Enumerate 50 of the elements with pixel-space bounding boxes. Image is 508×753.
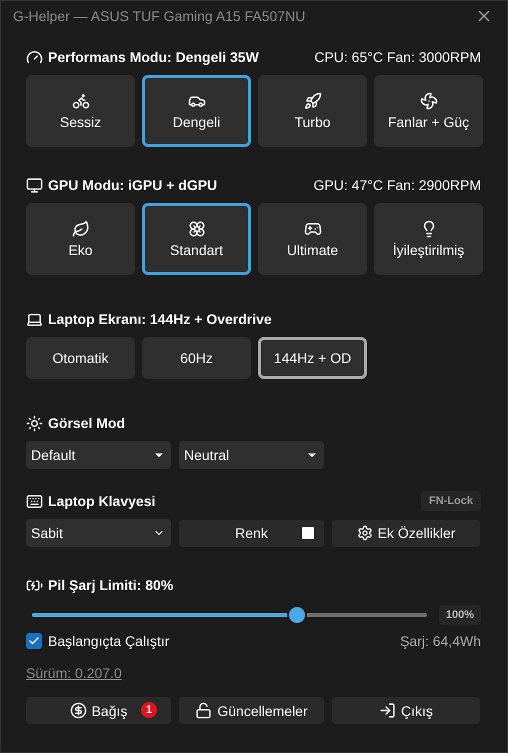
refresh-rate-button[interactable]: 144Hz + OD [258,337,367,379]
exit-icon [379,702,396,719]
dollar-icon [70,702,87,719]
fan-icon [420,92,438,110]
checkbox-label: Başlangıçta Çalıştır [48,633,170,649]
footer-button[interactable]: Çıkış [332,697,480,724]
fn-lock-button[interactable]: FN-Lock [421,491,481,511]
dropdown[interactable]: Default [26,441,171,469]
check-icon [28,635,40,647]
extra-features-button[interactable]: Ek Özellikler [332,520,480,546]
settings-icon [356,525,373,541]
section-title: Laptop Klavyesi [48,493,156,509]
mode-button[interactable]: Sessiz [26,75,135,147]
cpu-status: CPU: 65°C Fan: 3000RPM [314,49,481,65]
dropdown[interactable]: Sabit [26,519,171,547]
sun-icon [26,414,43,432]
footer-button[interactable]: Güncellemeler [179,697,324,724]
mode-button[interactable]: Fanlar + Güç [374,75,483,147]
mode-button[interactable]: Turbo [258,75,367,147]
gpu-icon [26,176,43,194]
rocket-icon [304,92,322,110]
charge-reading: Şarj: 64,4Wh [400,633,481,649]
section-title: Pil Şarj Limiti: 80% [48,577,174,593]
gamepad-icon [304,220,322,238]
gauge-icon [26,48,43,66]
version-link[interactable]: Sürüm: 0.207.0 [26,665,122,681]
section-title: Görsel Mod [48,415,126,431]
refresh-rate-button[interactable]: 60Hz [142,337,251,379]
bike-icon [72,92,90,110]
mode-button[interactable]: İyileştirilmiş [374,203,483,275]
lock-icon [195,702,212,719]
checkbox[interactable] [26,633,42,649]
refresh-rate-button[interactable]: Otomatik [26,337,135,379]
flower-icon [188,220,206,238]
section-title: Performans Modu: Dengeli 35W [48,49,259,65]
notification-badge: 1 [141,702,157,718]
section-title: GPU Modu: iGPU + dGPU [48,177,218,193]
color-button[interactable]: Renk [179,520,324,546]
footer-button[interactable]: Bağış 1 [26,697,171,724]
mode-button[interactable]: Ultimate [258,203,367,275]
dropdown[interactable]: Neutral [179,441,324,469]
mode-button[interactable]: Standart [142,203,251,275]
section-title: Laptop Ekranı: 144Hz + Overdrive [48,311,272,327]
max-label: 100% [438,605,481,625]
keyboard-icon [26,492,43,510]
window-title: G-Helper — ASUS TUF Gaming A15 FA507NU [13,8,306,24]
mode-button[interactable]: Dengeli [142,75,251,147]
gpu-status: GPU: 47°C Fan: 2900RPM [314,177,481,193]
mode-button[interactable]: Eko [26,203,135,275]
leaf-icon [72,220,90,238]
